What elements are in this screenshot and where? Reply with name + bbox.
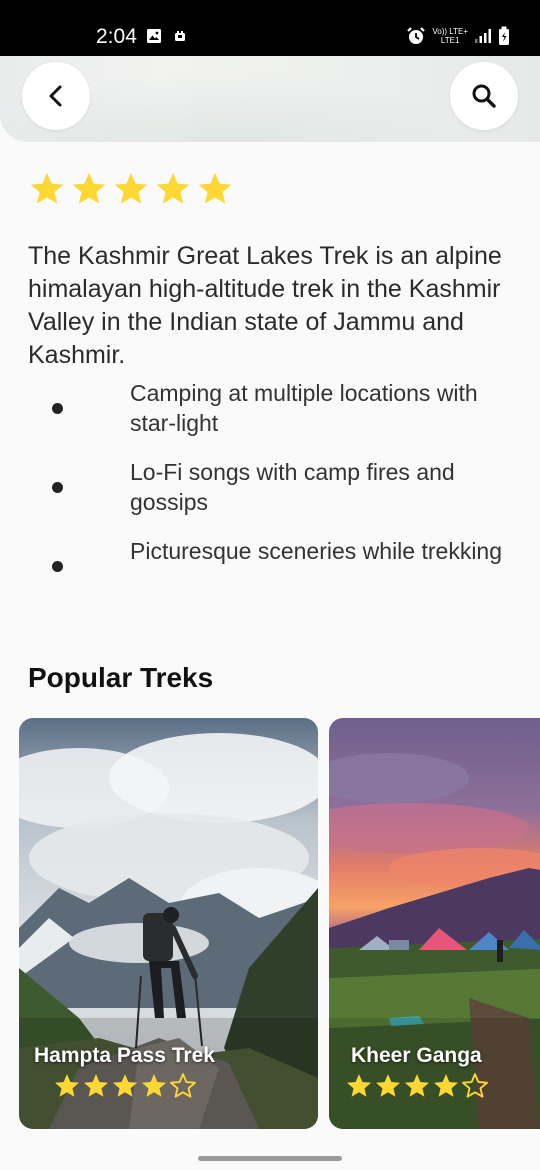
star-outline-icon (170, 1073, 196, 1098)
status-time: 2:04 (96, 25, 137, 48)
bullet-icon (52, 561, 63, 572)
star-outline-icon (462, 1073, 488, 1098)
trek-card[interactable]: Hampta Pass Trek (19, 718, 318, 1129)
network-label-bottom: LTE1 (440, 36, 460, 45)
trek-card[interactable]: Kheer Ganga (329, 718, 540, 1129)
trek-rating (28, 170, 234, 208)
star-filled-icon (404, 1074, 430, 1097)
trek-description: The Kashmir Great Lakes Trek is an alpin… (28, 242, 502, 369)
status-bar: 2:04 Vo)) LTE+ LTE1 (0, 0, 540, 56)
search-button[interactable] (450, 62, 518, 130)
trek-card-title: Kheer Ganga (351, 1044, 482, 1067)
search-icon (472, 84, 496, 108)
star-filled-icon (141, 1074, 167, 1097)
back-button[interactable] (22, 62, 90, 130)
star-filled-icon (198, 172, 232, 204)
feature-text: Picturesque sceneries while trekking (130, 538, 503, 564)
battery-icon (499, 26, 509, 45)
star-filled-icon (375, 1074, 401, 1097)
chevron-left-icon (49, 85, 62, 107)
star-filled-icon (114, 172, 148, 204)
network-label-top: Vo)) LTE+ (432, 27, 468, 36)
bullet-icon (52, 403, 63, 414)
alarm-icon (407, 27, 426, 44)
bullet-icon (52, 482, 63, 493)
section-title: Popular Treks (28, 662, 214, 693)
signal-icon (475, 29, 491, 43)
feature-text: Lo-Fi songs with camp fires and gossips (130, 459, 455, 515)
trek-card-title: Hampta Pass Trek (34, 1044, 215, 1067)
star-filled-icon (156, 172, 190, 204)
star-filled-icon (30, 172, 64, 204)
star-filled-icon (72, 172, 106, 204)
trek-card-rating (345, 1072, 489, 1100)
notification-icon (175, 31, 185, 41)
star-filled-icon (433, 1074, 459, 1097)
star-filled-icon (54, 1074, 80, 1097)
star-filled-icon (83, 1074, 109, 1097)
trek-card-rating (53, 1072, 197, 1100)
volte-icon: Vo)) LTE+ LTE1 (432, 27, 468, 45)
home-indicator[interactable] (198, 1156, 342, 1161)
star-filled-icon (112, 1074, 138, 1097)
feature-text: Camping at multiple locations with star-… (130, 380, 478, 436)
popular-treks-carousel[interactable]: Hampta Pass Trek Kheer Ganga (0, 718, 540, 1130)
star-filled-icon (346, 1074, 372, 1097)
gallery-icon (147, 29, 161, 43)
